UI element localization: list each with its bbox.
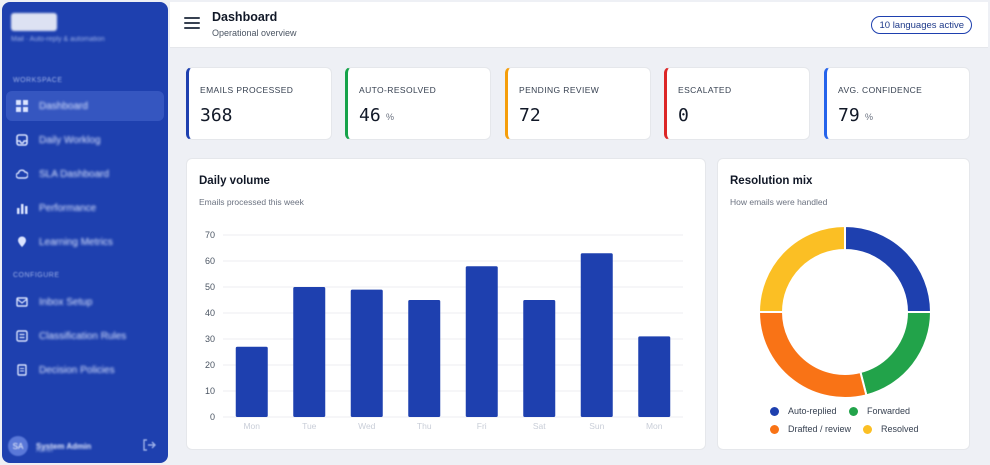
legend-swatch	[770, 424, 779, 434]
legend-swatch	[863, 424, 872, 434]
legend-swatch	[770, 406, 779, 416]
stat-value: 79	[838, 105, 860, 126]
sidebar-item-sla-dashboard[interactable]: SLA Dashboard	[6, 159, 164, 189]
legend-item-forwarded[interactable]: Forwarded	[849, 406, 910, 416]
stat-card-auto-resolved: AUTO-RESOLVED 46 %	[345, 67, 491, 140]
legend-item-drafted-review[interactable]: Drafted / review	[770, 424, 851, 434]
daily-volume-chart: 0 10 20 30 40 50 60 70 Mon Tue Wed Thu Fri Sat Sun Mon	[205, 230, 683, 431]
grid-icon	[16, 100, 28, 112]
sidebar-item-learning-metrics[interactable]: Learning Metrics	[6, 227, 164, 257]
stat-card-avg-confidence: AVG. CONFIDENCE 79 %	[824, 67, 970, 140]
cloud-icon	[16, 168, 28, 180]
y-tick-label: 70	[205, 230, 215, 240]
sidebar-item-label: Classification Rules	[39, 330, 127, 342]
list-icon	[16, 330, 28, 342]
bar[interactable]	[580, 253, 613, 417]
bar[interactable]	[408, 300, 441, 417]
donut-slice[interactable]	[844, 224, 933, 313]
stat-value: 72	[519, 105, 541, 126]
y-tick-label: 50	[205, 282, 215, 292]
bar[interactable]	[523, 300, 556, 417]
stat-card-emails-processed: EMAILS PROCESSED 368	[186, 67, 332, 140]
bar-chart-icon	[16, 202, 28, 214]
stat-unit: %	[386, 112, 395, 122]
doc-icon	[16, 364, 28, 376]
user-profile[interactable]: SA System Admin Admin	[8, 435, 164, 457]
logo-subtitle: Mail · Auto-reply & automation	[11, 36, 105, 43]
y-tick-label: 60	[205, 256, 215, 266]
sidebar-item-dashboard[interactable]: Dashboard	[6, 91, 164, 121]
bar[interactable]	[293, 287, 326, 417]
inbox-icon	[16, 134, 28, 146]
sidebar-item-performance[interactable]: Performance	[6, 193, 164, 223]
sidebar-item-label: Learning Metrics	[39, 236, 113, 248]
sidebar-item-label: Decision Policies	[39, 364, 115, 376]
mail-icon	[16, 296, 28, 308]
sidebar-item-decision-policies[interactable]: Decision Policies	[6, 355, 164, 385]
stat-label: PENDING REVIEW	[519, 85, 600, 95]
sidebar-item-classification-rules[interactable]: Classification Rules	[6, 321, 164, 351]
sidebar-item-label: SLA Dashboard	[39, 168, 110, 180]
page-subtitle: Operational overview	[212, 28, 297, 38]
y-tick-label: 30	[205, 334, 215, 344]
section-label-workspace: WORKSPACE	[13, 77, 63, 84]
stat-value: 368	[200, 105, 233, 126]
y-tick-label: 10	[205, 386, 215, 396]
bar[interactable]	[350, 289, 383, 417]
stat-card-escalated: ESCALATED 0	[664, 67, 810, 140]
y-tick-label: 20	[205, 360, 215, 370]
daily-volume-panel: Daily volume Emails processed this week …	[186, 158, 706, 450]
pin-icon	[16, 236, 28, 248]
legend-label: Resolved	[881, 424, 919, 434]
sidebar-item-label: Inbox Setup	[39, 296, 93, 308]
bar[interactable]	[638, 336, 671, 417]
legend-item-resolved[interactable]: Resolved	[863, 424, 919, 434]
hamburger-menu-icon[interactable]	[184, 17, 200, 31]
stat-value: 0	[678, 105, 689, 126]
x-tick-label: Sun	[589, 421, 604, 431]
section-label-configure: CONFIGURE	[13, 272, 60, 279]
x-tick-label: Tue	[302, 421, 317, 431]
sidebar-item-label: Performance	[39, 202, 97, 214]
legend-swatch	[849, 406, 858, 416]
resolution-mix-chart	[757, 224, 933, 399]
legend-item-auto-replied[interactable]: Auto-replied	[770, 406, 837, 416]
bar[interactable]	[235, 346, 268, 417]
sidebar-item-daily-worklog[interactable]: Daily Worklog	[6, 125, 164, 155]
sidebar: Mail · Auto-reply & automation WORKSPACE…	[2, 2, 168, 463]
sidebar-item-label: Daily Worklog	[39, 134, 101, 146]
x-tick-label: Thu	[417, 421, 432, 431]
legend-label: Drafted / review	[788, 424, 852, 434]
x-tick-label: Mon	[243, 421, 260, 431]
page-title: Dashboard	[212, 10, 278, 24]
stat-label: AUTO-RESOLVED	[359, 85, 437, 95]
top-header: Dashboard Operational overview 10 langua…	[170, 2, 988, 48]
bar[interactable]	[465, 266, 498, 417]
stat-label: EMAILS PROCESSED	[200, 85, 294, 95]
stat-label: ESCALATED	[678, 85, 732, 95]
stat-card-pending-review: PENDING REVIEW 72	[505, 67, 651, 140]
sidebar-item-inbox-setup[interactable]: Inbox Setup	[6, 287, 164, 317]
avatar: SA	[8, 436, 28, 456]
donut-slice[interactable]	[859, 311, 933, 397]
sidebar-item-label: Dashboard	[39, 100, 88, 112]
stat-unit: %	[865, 112, 874, 122]
donut-slice[interactable]	[757, 224, 846, 313]
y-tick-label: 0	[210, 412, 215, 422]
stat-label: AVG. CONFIDENCE	[838, 85, 923, 95]
donut-slice[interactable]	[757, 311, 868, 399]
y-tick-label: 40	[205, 308, 215, 318]
x-tick-label: Wed	[358, 421, 376, 431]
x-tick-label: Sat	[533, 421, 546, 431]
stat-value: 46	[359, 105, 381, 126]
x-tick-label: Mon	[646, 421, 663, 431]
app-logo[interactable]	[11, 13, 57, 31]
logout-icon[interactable]	[142, 438, 156, 452]
resolution-mix-panel: Resolution mix How emails were handled A…	[717, 158, 970, 450]
legend-label: Forwarded	[867, 406, 911, 416]
legend-label: Auto-replied	[788, 406, 837, 416]
user-role: Admin	[36, 448, 54, 454]
languages-badge[interactable]: 10 languages active	[871, 16, 972, 34]
x-tick-label: Fri	[477, 421, 487, 431]
